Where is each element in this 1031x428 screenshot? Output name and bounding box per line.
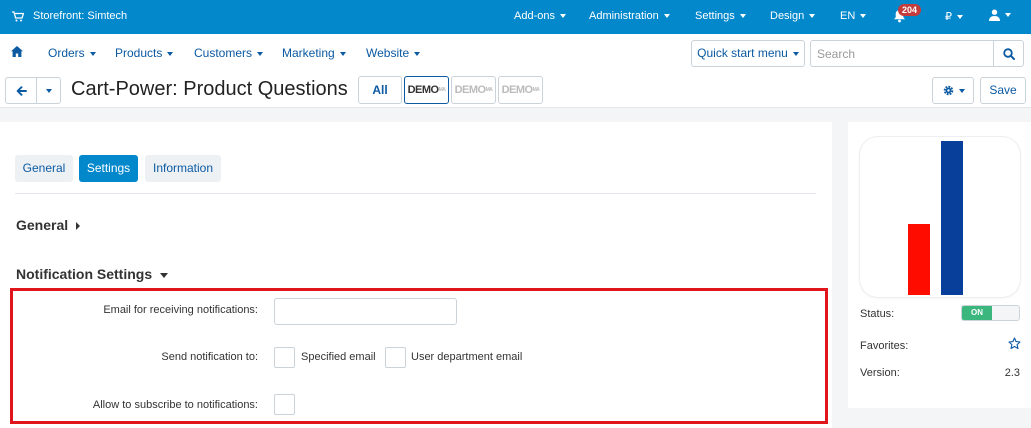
subscribe-label: Allow to subscribe to notifications:	[92, 399, 258, 411]
search-input[interactable]: Search	[810, 40, 993, 67]
specified-email-checkbox[interactable]	[274, 347, 295, 368]
title-bar: Cart-Power: Product Questions All DEMO MA…	[0, 72, 1031, 108]
main-nav: Orders Products Customers Marketing Webs…	[0, 34, 1031, 72]
nav-website[interactable]: Website	[366, 46, 421, 60]
status-label: Status:	[860, 308, 895, 320]
menu-addons[interactable]: Add-ons	[514, 10, 566, 22]
status-toggle-on: ON	[962, 306, 992, 320]
user-icon	[989, 9, 1000, 22]
settings-dropdown-button[interactable]	[932, 77, 974, 104]
tab-settings[interactable]: Settings	[79, 155, 138, 182]
menu-design[interactable]: Design	[770, 10, 816, 22]
gear-icon	[943, 85, 953, 96]
notification-count-badge: 204	[898, 4, 922, 16]
status-toggle[interactable]: ON	[961, 305, 1020, 321]
addon-logo	[860, 137, 1020, 297]
menu-administration[interactable]: Administration	[589, 10, 670, 22]
logo-bar-blue	[941, 141, 963, 295]
search-icon	[1002, 47, 1015, 60]
tab-general[interactable]: General	[15, 155, 73, 182]
chevron-down-icon	[339, 51, 346, 56]
chevron-down-icon	[792, 51, 799, 56]
chevron-down-icon	[559, 14, 566, 19]
nav-customers[interactable]: Customers	[194, 46, 264, 60]
currency-selector[interactable]: ₽	[945, 10, 963, 23]
chevron-down-icon	[167, 51, 174, 56]
send-notification-label: Send notification to:	[161, 351, 258, 363]
chevron-down-icon	[414, 51, 421, 56]
email-label: Email for receiving notifications:	[103, 304, 258, 316]
chevron-down-icon	[257, 51, 264, 56]
divider	[15, 193, 816, 194]
chevron-down-icon	[860, 14, 867, 19]
storefront-logo-button[interactable]: DEMO MA	[404, 76, 449, 104]
save-button[interactable]: Save	[980, 77, 1026, 104]
back-button[interactable]	[5, 77, 37, 104]
version-label: Version:	[860, 367, 900, 379]
language-selector[interactable]: EN	[840, 10, 867, 22]
subscribe-checkbox[interactable]	[274, 394, 295, 415]
tab-information[interactable]: Information	[145, 155, 221, 182]
storefront-logo-button[interactable]: DEMO MA	[451, 76, 496, 104]
chevron-down-icon	[1005, 13, 1011, 18]
specified-email-label: Specified email	[301, 351, 376, 363]
star-icon[interactable]	[1008, 337, 1021, 350]
caret-down-icon	[160, 272, 169, 278]
caret-right-icon	[76, 222, 81, 231]
quick-start-menu-button[interactable]: Quick start menu	[691, 40, 805, 67]
nav-products[interactable]: Products	[115, 46, 174, 60]
section-notification-toggle[interactable]: Notification Settings	[16, 266, 169, 282]
addon-info-panel: Status: ON Favorites: Version: 2.3	[848, 122, 1031, 408]
chevron-down-icon	[958, 88, 965, 93]
nav-orders[interactable]: Orders	[48, 46, 96, 60]
chevron-down-icon	[45, 88, 52, 93]
chevron-down-icon	[957, 15, 963, 20]
user-department-email-label: User department email	[411, 351, 523, 363]
storefront-switcher[interactable]: Storefront: Simtech	[12, 10, 127, 22]
chevron-down-icon	[739, 14, 746, 19]
page-title: Cart-Power: Product Questions	[71, 78, 348, 100]
top-bar: Storefront: Simtech Add-ons Administrati…	[0, 0, 1031, 34]
email-field[interactable]	[274, 298, 457, 325]
chevron-down-icon	[663, 14, 670, 19]
home-icon[interactable]	[11, 46, 23, 57]
arrow-left-icon	[16, 85, 27, 96]
chevron-down-icon	[809, 14, 816, 19]
storefront-all-button[interactable]: All	[358, 76, 402, 104]
history-dropdown-button[interactable]	[37, 77, 61, 104]
version-value: 2.3	[1004, 367, 1020, 379]
user-department-email-checkbox[interactable]	[385, 347, 406, 368]
cart-icon	[12, 10, 24, 21]
menu-settings[interactable]: Settings	[695, 10, 746, 22]
search-button[interactable]	[993, 40, 1024, 67]
nav-marketing[interactable]: Marketing	[282, 46, 346, 60]
storefront-label: Storefront: Simtech	[33, 10, 128, 22]
user-menu[interactable]	[989, 9, 1011, 22]
favorites-label: Favorites:	[860, 340, 909, 352]
logo-bar-red	[908, 224, 930, 295]
storefront-logo-button[interactable]: DEMO MA	[498, 76, 543, 104]
chevron-down-icon	[89, 51, 96, 56]
section-general-toggle[interactable]: General	[16, 217, 81, 233]
